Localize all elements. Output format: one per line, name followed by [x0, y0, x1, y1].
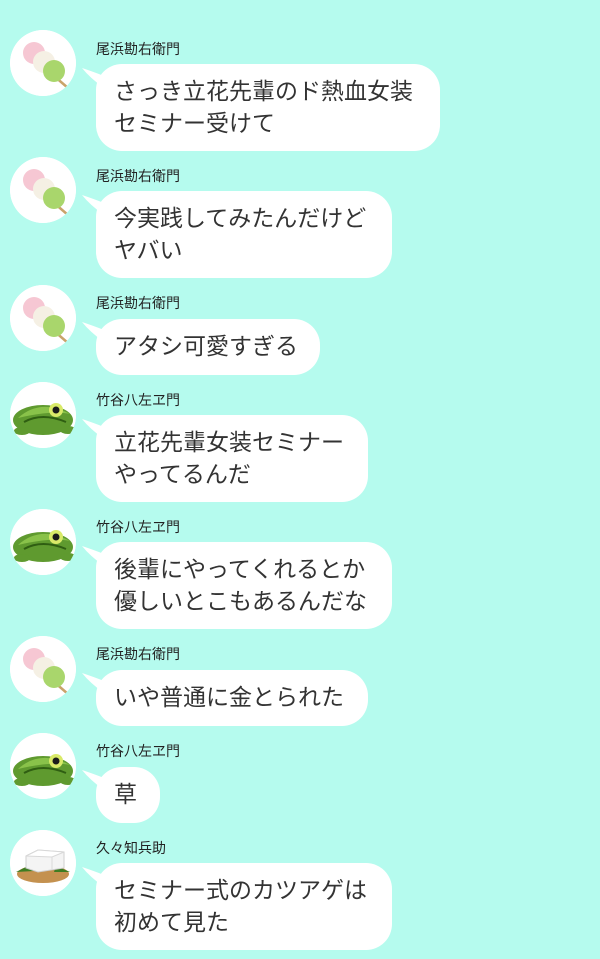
frog-icon[interactable]: [10, 733, 76, 799]
message-line: 初めて見た: [114, 910, 229, 936]
sender-name: 竹谷八左ヱ門: [96, 393, 180, 409]
sender-name: 久々知兵助: [96, 841, 166, 857]
message-line: 草: [114, 782, 137, 808]
message-line: さっき立花先輩のド熱血女装: [114, 79, 413, 105]
sender-name: 竹谷八左ヱ門: [96, 520, 180, 536]
message-line: アタシ可愛すぎる: [114, 334, 298, 360]
message-bubble[interactable]: 草: [96, 767, 160, 823]
message-line: 今実践してみたんだけど: [114, 206, 367, 232]
message-bubble[interactable]: 後輩にやってくれるとか 優しいとこもあるんだな: [96, 542, 392, 629]
sender-name: 尾浜勘右衛門: [96, 169, 180, 185]
message-line: 立花先輩女装セミナー: [114, 430, 344, 456]
sender-name: 尾浜勘右衛門: [96, 42, 180, 58]
frog-icon[interactable]: [10, 382, 76, 448]
frog-icon[interactable]: [10, 509, 76, 575]
sender-name: 竹谷八左ヱ門: [96, 744, 180, 760]
message-bubble[interactable]: セミナー式のカツアゲは 初めて見た: [96, 863, 392, 950]
dango-icon[interactable]: [10, 30, 76, 96]
tofu-icon[interactable]: [10, 830, 76, 896]
message-bubble[interactable]: さっき立花先輩のド熱血女装 セミナー受けて: [96, 64, 440, 151]
message-line: 後輩にやってくれるとか: [114, 557, 366, 583]
dango-icon[interactable]: [10, 285, 76, 351]
sender-name: 尾浜勘右衛門: [96, 296, 180, 312]
message-line: セミナー式のカツアゲは: [114, 878, 367, 904]
message-bubble[interactable]: 立花先輩女装セミナー やってるんだ: [96, 415, 368, 502]
dango-icon[interactable]: [10, 157, 76, 223]
dango-icon[interactable]: [10, 636, 76, 702]
message-bubble[interactable]: 今実践してみたんだけど ヤバい: [96, 191, 392, 278]
message-bubble[interactable]: いや普通に金とられた: [96, 670, 368, 726]
sender-name: 尾浜勘右衛門: [96, 647, 180, 663]
message-line: セミナー受けて: [114, 111, 275, 137]
message-line: いや普通に金とられた: [114, 685, 344, 711]
message-line: ヤバい: [114, 238, 183, 264]
chat-log[interactable]: 尾浜勘右衛門 さっき立花先輩のド熱血女装 セミナー受けて 尾浜勘右衛門 今実践し…: [0, 0, 600, 959]
message-bubble[interactable]: アタシ可愛すぎる: [96, 319, 320, 375]
message-line: 優しいとこもあるんだな: [114, 589, 367, 615]
message-line: やってるんだ: [114, 462, 251, 488]
